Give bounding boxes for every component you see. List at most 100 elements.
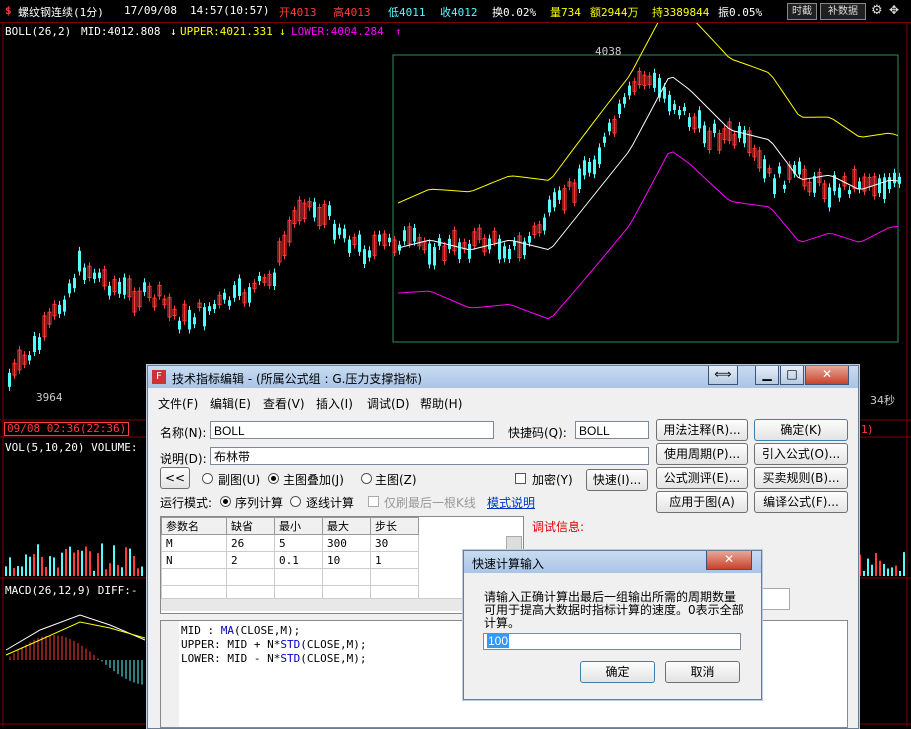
candle-body <box>108 285 111 296</box>
cell[interactable]: 30 <box>369 534 420 552</box>
encrypt-checkbox[interactable] <box>515 473 526 484</box>
menu-file[interactable]: 文件(F) <box>158 395 198 412</box>
table-row[interactable]: M 26 5 300 30 <box>160 534 420 552</box>
candle-body <box>328 205 331 216</box>
candle-body <box>898 176 901 184</box>
usage-note-button[interactable]: 用法注释(R)... <box>656 419 748 441</box>
boll-mid: MID:4012.808 <box>81 25 161 38</box>
candle-body <box>188 309 191 330</box>
mode-label: 运行模式: <box>160 496 213 510</box>
candle-body <box>238 278 241 296</box>
apply-chart-button[interactable]: 应用于图(A) <box>656 491 748 513</box>
minimize-button[interactable]: ▁ <box>755 366 779 385</box>
quick-cancel-button[interactable]: 取消 <box>665 661 740 683</box>
mode-help-link[interactable]: 模式说明 <box>487 494 535 511</box>
candle-body <box>143 282 146 293</box>
refresh-last-checkbox[interactable] <box>368 496 379 507</box>
candle-body <box>468 243 471 259</box>
cell[interactable]: 2 <box>226 551 275 569</box>
table-row[interactable] <box>160 568 420 586</box>
boll-lower: LOWER:4004.284 <box>291 25 384 38</box>
shortcut-label: 快捷码(Q): <box>508 426 567 440</box>
ok-button[interactable]: 确定(K) <box>754 419 848 441</box>
candle-body <box>73 277 76 289</box>
code-gutter <box>161 621 179 727</box>
period-button[interactable]: 使用周期(P)... <box>656 443 748 465</box>
radio-mainchart[interactable] <box>361 473 372 484</box>
quick-ok-button[interactable]: 确定 <box>580 661 655 683</box>
menu-help[interactable]: 帮助(H) <box>420 395 462 412</box>
cell[interactable]: 5 <box>274 534 323 552</box>
collapse-button[interactable]: << <box>160 467 190 489</box>
radio-overlay[interactable] <box>268 473 279 484</box>
quote-amplitude: 振0.05% <box>718 6 763 19</box>
radio-tick[interactable] <box>290 496 301 507</box>
fast-button[interactable]: 快速(I)... <box>586 469 648 491</box>
time-axis-label: 09/08 02:36(22:36) <box>4 422 130 436</box>
candle-body <box>93 272 96 280</box>
candle-body <box>433 247 436 266</box>
editor-title: 技术指标编辑 - (所属公式组 : G.压力支撑指标) <box>172 372 423 386</box>
desc-input[interactable]: 布林带 <box>210 447 649 465</box>
import-formula-button[interactable]: 引入公式(O)... <box>754 443 848 465</box>
close-button[interactable]: ✕ <box>805 366 849 385</box>
boll-name: BOLL(26,2) <box>5 25 72 38</box>
cell[interactable]: 1 <box>369 551 420 569</box>
compile-button[interactable]: 编译公式(F)... <box>754 491 848 513</box>
menu-insert[interactable]: 插入(I) <box>316 395 353 412</box>
editor-titlebar[interactable]: F 技术指标编辑 - (所属公式组 : G.压力支撑指标) ⟺ ▁ □ ✕ <box>148 366 858 388</box>
quick-calc-dialog[interactable]: 快速计算输入 ✕ 请输入正确计算出最后一组输出所需的周期数量可用于提高大数据时指… <box>463 550 762 700</box>
candle-body <box>338 227 341 235</box>
menu-view[interactable]: 查看(V) <box>263 395 305 412</box>
cell[interactable]: 0.1 <box>274 551 323 569</box>
candle-body <box>123 277 126 295</box>
quote-hold: 持3389844 <box>652 6 710 19</box>
drag-icon[interactable]: ✥ <box>889 3 899 17</box>
quick-close-button[interactable]: ✕ <box>706 551 752 570</box>
quote-time: 14:57(10:57) <box>190 4 270 17</box>
menu-debug[interactable]: 调试(D) <box>367 395 410 412</box>
symbol-icon: $ <box>5 4 12 17</box>
radio-seq[interactable] <box>220 496 231 507</box>
fill-data-button[interactable]: 补数据 <box>820 3 866 20</box>
formula-test-button[interactable]: 公式测评(E)... <box>656 467 748 489</box>
period-count-input[interactable]: 100 <box>483 633 741 650</box>
timeshare-button[interactable]: 时截 <box>787 3 817 20</box>
candle-body <box>778 166 781 174</box>
cell[interactable]: 26 <box>226 534 275 552</box>
trade-rule-button[interactable]: 买卖规则(B)... <box>754 467 848 489</box>
selection-box <box>392 54 899 343</box>
resize-button[interactable]: ⟺ <box>708 366 738 385</box>
radio-subchart[interactable] <box>202 473 213 484</box>
cell[interactable]: M <box>160 534 228 552</box>
boll-upper-line <box>397 2 899 204</box>
cell[interactable]: 10 <box>321 551 371 569</box>
menu-edit[interactable]: 编辑(E) <box>210 395 251 412</box>
candle-body <box>58 304 61 314</box>
candle-body <box>623 97 626 104</box>
quick-calc-message: 请输入正确计算出最后一组输出所需的周期数量可用于提高大数据时指标计算的速度。0表… <box>484 590 744 630</box>
param-table[interactable]: 参数名 缺省 最小 最大 步长 M 26 5 300 30 N 2 0.1 10… <box>160 517 420 603</box>
candle-body <box>38 337 41 350</box>
candle-body <box>813 176 816 193</box>
candle-body <box>828 187 831 208</box>
col-name: 参数名 <box>160 517 228 535</box>
shortcut-input[interactable]: BOLL <box>575 421 649 439</box>
maximize-button[interactable]: □ <box>780 366 804 385</box>
name-input[interactable]: BOLL <box>210 421 494 439</box>
cell[interactable]: N <box>160 551 228 569</box>
cell[interactable]: 300 <box>321 534 371 552</box>
code-line-1: MID : MA(CLOSE,M); <box>181 624 301 637</box>
quote-bar: $ 螺纹钢连续(1分) 17/09/08 14:57(10:57) 开4013 … <box>0 0 911 23</box>
candle-body <box>688 117 691 127</box>
time-axis-right2: 1) <box>861 423 873 436</box>
gear-icon[interactable]: ⚙ <box>871 3 883 18</box>
candle-body <box>488 238 491 250</box>
table-row[interactable]: N 2 0.1 10 1 <box>160 551 420 569</box>
radio-subchart-label: 副图(U) <box>218 473 261 487</box>
quick-calc-titlebar[interactable]: 快速计算输入 ✕ <box>464 551 761 573</box>
app-icon: F <box>152 370 166 384</box>
candle-body <box>513 241 516 247</box>
quote-date: 17/09/08 <box>124 4 177 17</box>
candle-body <box>608 122 611 132</box>
